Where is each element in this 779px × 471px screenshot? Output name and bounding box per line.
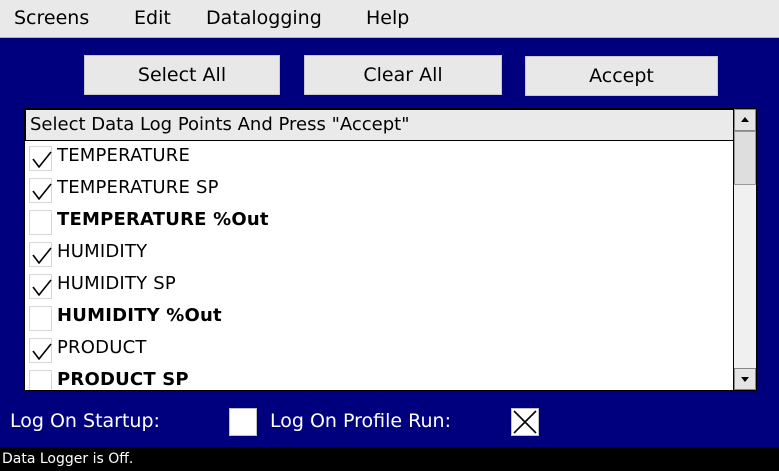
list-item[interactable]: HUMIDITY %Out — [25, 302, 738, 334]
list-item-checkbox[interactable] — [29, 274, 52, 299]
scroll-up-button[interactable] — [734, 109, 756, 131]
list-item[interactable]: PRODUCT — [25, 334, 738, 366]
menu-edit[interactable]: Edit — [134, 7, 171, 29]
log-on-startup-label: Log On Startup: — [10, 410, 160, 432]
list-item-checkbox[interactable] — [29, 210, 52, 235]
list-rows: TEMPERATURE TEMPERATURE SP TEMPERATURE %Ou… — [25, 141, 738, 390]
menu-bar: Screens Edit Datalogging Help — [0, 0, 779, 38]
checkmark-icon — [32, 183, 52, 201]
arrow-down-icon — [741, 377, 749, 382]
log-on-profile-run-label: Log On Profile Run: — [270, 410, 451, 432]
scroll-down-button[interactable] — [734, 368, 756, 390]
list-item-label: TEMPERATURE %Out — [57, 209, 269, 230]
accept-button[interactable]: Accept — [525, 56, 718, 96]
list-item-checkbox[interactable] — [29, 338, 52, 363]
arrow-up-icon — [741, 117, 749, 122]
list-header-label: Select Data Log Points And Press "Accept… — [30, 114, 410, 135]
log-options: Log On Startup: Log On Profile Run: — [0, 398, 779, 444]
select-all-button[interactable]: Select All — [84, 55, 280, 95]
list-item-label: HUMIDITY — [57, 241, 148, 262]
list-item-label: PRODUCT SP — [57, 369, 189, 390]
log-on-startup-checkbox[interactable] — [229, 408, 257, 436]
menu-screens[interactable]: Screens — [14, 7, 89, 29]
list-header: Select Data Log Points And Press "Accept… — [25, 109, 750, 141]
status-text: Data Logger is Off. — [2, 451, 134, 467]
list-item-checkbox[interactable] — [29, 146, 52, 171]
list-item-checkbox[interactable] — [29, 370, 52, 390]
list-item[interactable]: HUMIDITY SP — [25, 270, 738, 302]
list-item-label: TEMPERATURE SP — [57, 177, 219, 198]
list-item[interactable]: TEMPERATURE %Out — [25, 206, 738, 238]
list-item-label: PRODUCT — [57, 337, 147, 358]
list-item[interactable]: TEMPERATURE — [25, 142, 738, 174]
data-log-points-list: Select Data Log Points And Press "Accept… — [24, 108, 757, 391]
list-item-label: HUMIDITY %Out — [57, 305, 222, 326]
checkmark-icon — [32, 343, 52, 361]
list-item[interactable]: PRODUCT SP — [25, 366, 738, 390]
list-scrollbar[interactable] — [733, 108, 757, 391]
menu-datalogging[interactable]: Datalogging — [206, 7, 322, 29]
list-item[interactable]: TEMPERATURE SP — [25, 174, 738, 206]
list-item[interactable]: HUMIDITY — [25, 238, 738, 270]
checkmark-icon — [32, 279, 52, 297]
list-item-label: HUMIDITY SP — [57, 273, 176, 294]
menu-help[interactable]: Help — [366, 7, 409, 29]
status-bar: Data Logger is Off. — [0, 447, 779, 471]
x-mark-icon — [513, 410, 537, 434]
log-on-profile-run-checkbox[interactable] — [511, 408, 539, 436]
list-item-checkbox[interactable] — [29, 242, 52, 267]
list-item-checkbox[interactable] — [29, 306, 52, 331]
clear-all-button[interactable]: Clear All — [304, 55, 502, 95]
scroll-thumb[interactable] — [734, 131, 756, 185]
list-item-label: TEMPERATURE — [57, 145, 191, 166]
list-item-checkbox[interactable] — [29, 178, 52, 203]
checkmark-icon — [32, 151, 52, 169]
checkmark-icon — [32, 247, 52, 265]
